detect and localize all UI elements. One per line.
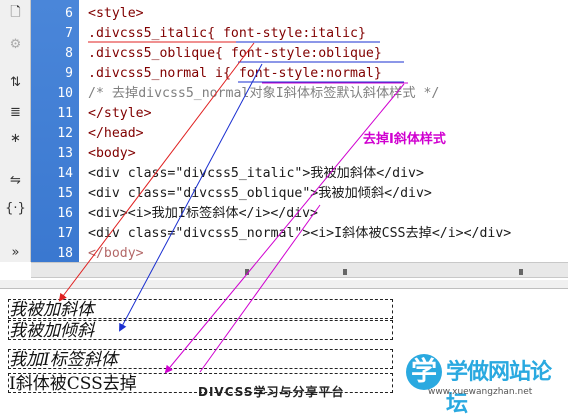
code-line[interactable]: <body> xyxy=(88,144,136,164)
select-tag-icon[interactable]: ≣ xyxy=(6,102,25,122)
line-number: 17 xyxy=(57,226,73,241)
line-number-gutter: 6 7 8 9 10 11 12 13 14 15 16 17 18 xyxy=(31,0,79,262)
horizontal-scrollbar[interactable] xyxy=(31,262,568,278)
code-line[interactable]: .divcss5_normal i{ font-style:normal} xyxy=(88,64,382,84)
line-number: 16 xyxy=(57,206,73,221)
expand-icon[interactable]: ⇅ xyxy=(6,72,25,92)
scroll-tick xyxy=(519,269,523,275)
gear-icon[interactable]: ⚙ xyxy=(6,34,25,54)
chevron-down-icon[interactable]: » xyxy=(6,242,25,262)
logo-url: www.xuewangzhan.net xyxy=(428,387,533,397)
watermark-text: DIVCSS学习与分享平台 xyxy=(198,385,345,399)
code-line[interactable]: <style> xyxy=(88,4,144,24)
document-icon[interactable]: 🗋 xyxy=(6,4,25,24)
code-editor[interactable]: <style> .divcss5_italic{ font-style:ital… xyxy=(79,0,568,262)
code-line[interactable]: </body> xyxy=(88,244,144,264)
split-divider[interactable] xyxy=(0,280,568,289)
line-number: 14 xyxy=(57,166,73,181)
code-line[interactable]: <div class="divcss5_italic">我被加斜体</div> xyxy=(88,164,424,184)
preview-row-oblique: 我被加倾斜 xyxy=(8,320,393,341)
preview-row-i-tag: 我加I标签斜体 xyxy=(8,349,393,370)
line-number: 13 xyxy=(57,146,73,161)
logo-icon: 学 xyxy=(406,354,442,390)
scroll-tick xyxy=(343,269,347,275)
editor-toolbar: 🗋 ⚙ ⇅ ≣ ∗ ⇋ {·} » xyxy=(0,0,31,262)
line-number: 11 xyxy=(57,106,73,121)
line-number: 9 xyxy=(65,66,73,81)
line-number: 18 xyxy=(57,246,73,261)
scroll-tick xyxy=(245,269,249,275)
line-number: 8 xyxy=(65,46,73,61)
code-line[interactable]: <div><i>我加I标签斜体</i></div> xyxy=(88,204,318,224)
indent-icon[interactable]: ⇋ xyxy=(6,170,25,190)
site-logo: 学 学做网站论坛 www.xuewangzhan.net xyxy=(400,352,568,417)
collapse-icon[interactable]: ∗ xyxy=(6,128,25,148)
logo-name: 学做网站论坛 xyxy=(446,360,552,417)
annotation-label: 去掉I斜体样式 xyxy=(363,132,446,147)
line-number: 12 xyxy=(57,126,73,141)
code-comment-line[interactable]: /* 去掉divcss5_normal对象I斜体标签默认斜体样式 */ xyxy=(88,84,439,104)
code-line[interactable]: <div class="divcss5_oblique">我被加倾斜</div> xyxy=(88,184,432,204)
line-number: 15 xyxy=(57,186,73,201)
code-line[interactable]: .divcss5_oblique{ font-style:oblique} xyxy=(88,44,382,64)
code-line[interactable]: <div class="divcss5_normal"><i>I斜体被CSS去掉… xyxy=(88,224,511,244)
code-line[interactable]: </head> xyxy=(88,124,144,144)
line-number: 10 xyxy=(57,86,73,101)
code-line[interactable]: </style> xyxy=(88,104,152,124)
braces-icon[interactable]: {·} xyxy=(5,198,26,218)
code-line[interactable]: .divcss5_italic{ font-style:italic} xyxy=(88,24,366,44)
line-number: 6 xyxy=(65,6,73,21)
preview-row-italic: 我被加斜体 xyxy=(8,299,393,320)
line-number: 7 xyxy=(65,26,73,41)
